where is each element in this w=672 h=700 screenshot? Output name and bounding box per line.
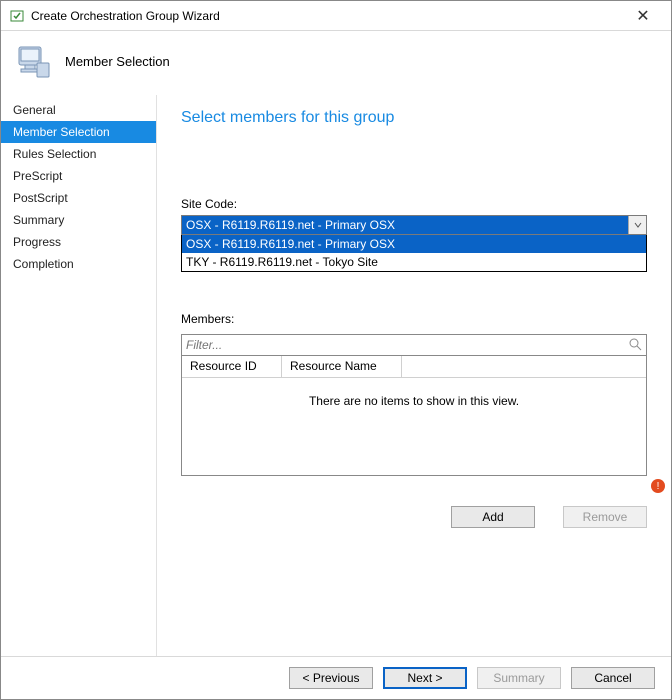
sidebar-item-postscript[interactable]: PostScript (1, 187, 156, 209)
sidebar-item-completion[interactable]: Completion (1, 253, 156, 275)
sidebar-item-general[interactable]: General (1, 99, 156, 121)
members-button-row: Add Remove (181, 506, 647, 528)
warning-icon: ! (651, 479, 665, 493)
sidebar-item-summary[interactable]: Summary (1, 209, 156, 231)
wizard-window: Create Orchestration Group Wizard ✕ Memb… (0, 0, 672, 700)
wizard-body: General Member Selection Rules Selection… (1, 95, 671, 656)
cancel-button[interactable]: Cancel (571, 667, 655, 689)
wizard-content: Select members for this group Site Code:… (157, 95, 671, 656)
site-code-combo[interactable]: OSX - R6119.R6119.net - Primary OSX (181, 215, 647, 235)
column-resource-id[interactable]: Resource ID (182, 356, 282, 377)
sidebar-item-progress[interactable]: Progress (1, 231, 156, 253)
site-code-selected-value: OSX - R6119.R6119.net - Primary OSX (182, 216, 628, 234)
search-icon[interactable] (628, 337, 642, 354)
wizard-header: Member Selection (1, 31, 671, 95)
page-title: Select members for this group (181, 109, 647, 127)
members-empty-message: There are no items to show in this view. (182, 378, 646, 408)
chevron-down-icon[interactable] (628, 216, 646, 234)
wizard-footer: < Previous Next > Summary Cancel (1, 656, 671, 699)
wizard-step-title: Member Selection (65, 54, 170, 69)
members-filter-wrap (181, 334, 647, 356)
close-icon[interactable]: ✕ (623, 6, 663, 26)
site-code-dropdown: OSX - R6119.R6119.net - Primary OSX TKY … (181, 235, 647, 272)
add-button[interactable]: Add (451, 506, 535, 528)
members-label: Members: (181, 312, 647, 326)
site-code-combo-wrap: OSX - R6119.R6119.net - Primary OSX OSX … (181, 215, 647, 272)
summary-button: Summary (477, 667, 561, 689)
members-table: Resource ID Resource Name There are no i… (181, 356, 647, 476)
site-code-option[interactable]: OSX - R6119.R6119.net - Primary OSX (182, 235, 646, 253)
sidebar-item-rules-selection[interactable]: Rules Selection (1, 143, 156, 165)
sidebar-item-member-selection[interactable]: Member Selection (1, 121, 156, 143)
sidebar-item-prescript[interactable]: PreScript (1, 165, 156, 187)
column-resource-name[interactable]: Resource Name (282, 356, 402, 377)
site-code-label: Site Code: (181, 197, 647, 211)
next-button[interactable]: Next > (383, 667, 467, 689)
app-icon (9, 8, 25, 24)
members-filter-input[interactable] (186, 338, 628, 352)
site-code-option[interactable]: TKY - R6119.R6119.net - Tokyo Site (182, 253, 646, 271)
previous-button[interactable]: < Previous (289, 667, 373, 689)
wizard-header-icon (13, 41, 53, 81)
remove-button: Remove (563, 506, 647, 528)
window-title: Create Orchestration Group Wizard (31, 9, 623, 23)
members-table-header: Resource ID Resource Name (182, 356, 646, 378)
titlebar: Create Orchestration Group Wizard ✕ (1, 1, 671, 31)
wizard-sidebar: General Member Selection Rules Selection… (1, 95, 157, 656)
